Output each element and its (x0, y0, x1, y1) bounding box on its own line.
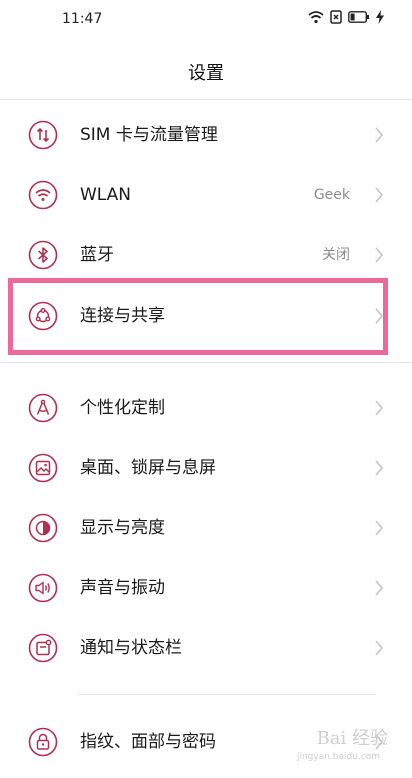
settings-item-personalization[interactable]: 个性化定制 (0, 378, 412, 438)
section-divider (78, 694, 376, 695)
wifi-icon (28, 180, 58, 210)
wallpaper-icon (28, 453, 58, 483)
settings-item-bluetooth[interactable]: 蓝牙 关闭 (0, 225, 412, 285)
page-title: 设置 (188, 63, 224, 84)
settings-item-label: 声音与振动 (80, 578, 165, 598)
settings-item-display-brightness[interactable]: 显示与亮度 (0, 498, 412, 558)
no-sim-icon (330, 10, 342, 24)
status-time: 11:47 (62, 11, 103, 27)
status-bar: 11:47 (0, 0, 412, 40)
settings-item-label: 通知与状态栏 (80, 638, 182, 658)
personalize-icon (28, 393, 58, 423)
settings-item-wlan[interactable]: WLAN Geek (0, 165, 412, 225)
chevron-right-icon (375, 640, 384, 656)
battery-icon (348, 11, 369, 23)
settings-item-label: 个性化定制 (80, 398, 165, 418)
charging-icon (376, 10, 384, 24)
sim-data-icon (28, 120, 58, 150)
header-divider (0, 99, 412, 100)
bluetooth-status: 关闭 (322, 247, 350, 263)
settings-item-label: SIM 卡与流量管理 (80, 125, 218, 145)
settings-item-label: 桌面、锁屏与息屏 (80, 458, 216, 478)
chevron-right-icon (375, 127, 384, 143)
watermark-url: jingyan.baidu.com (296, 752, 380, 762)
wlan-network-name: Geek (313, 187, 350, 203)
settings-item-sound-vibration[interactable]: 声音与振动 (0, 558, 412, 618)
sound-icon (28, 573, 58, 603)
settings-item-desktop-lockscreen[interactable]: 桌面、锁屏与息屏 (0, 438, 412, 498)
bluetooth-icon (28, 240, 58, 270)
watermark: Bai 经验 (316, 728, 388, 749)
chevron-right-icon (375, 580, 384, 596)
settings-item-notification-statusbar[interactable]: 通知与状态栏 (0, 618, 412, 678)
settings-item-label: 蓝牙 (80, 245, 114, 265)
notification-icon (28, 633, 58, 663)
settings-item-label: 指纹、面部与密码 (80, 732, 216, 752)
chevron-right-icon (375, 520, 384, 536)
chevron-right-icon (375, 187, 384, 203)
status-icons (308, 10, 384, 24)
display-icon (28, 513, 58, 543)
settings-item-label: 显示与亮度 (80, 518, 165, 538)
settings-item-sim[interactable]: SIM 卡与流量管理 (0, 105, 412, 165)
chevron-right-icon (375, 247, 384, 263)
chevron-right-icon (375, 460, 384, 476)
highlight-box (8, 278, 388, 355)
chevron-right-icon (375, 400, 384, 416)
lock-icon (28, 727, 58, 757)
section-divider (0, 362, 412, 363)
settings-item-label: WLAN (80, 185, 132, 205)
wifi-signal-icon (308, 11, 324, 24)
